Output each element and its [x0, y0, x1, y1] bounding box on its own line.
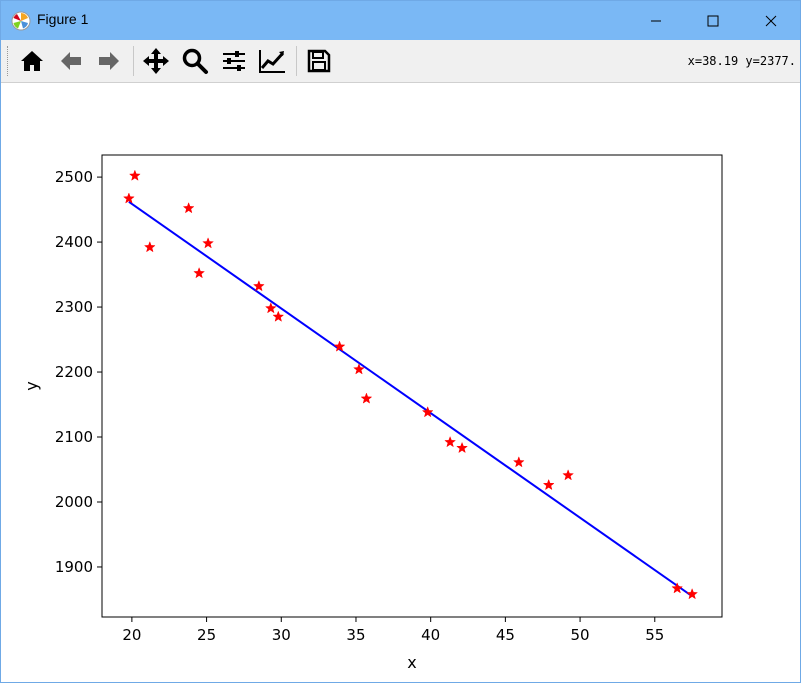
forward-button[interactable] — [93, 45, 125, 77]
edit-axis-icon — [259, 50, 285, 73]
close-button[interactable] — [743, 1, 799, 40]
chart-svg[interactable]: 20 25 30 35 40 45 50 55 1900 2000 2100 2200 2300 2400… — [1, 83, 800, 682]
edit-axis-button[interactable] — [256, 45, 288, 77]
maximize-button[interactable] — [685, 1, 741, 40]
y-tick-label: 2100 — [55, 428, 93, 446]
minimize-button[interactable] — [628, 1, 684, 40]
navigation-toolbar: x=38.19 y=2377. — [1, 40, 800, 83]
x-tick-label: 45 — [496, 626, 515, 644]
x-axis-label: x — [407, 653, 416, 672]
axes-frame — [101, 154, 723, 618]
home-icon — [21, 51, 43, 71]
save-icon — [307, 49, 331, 73]
y-tick-label: 2400 — [55, 233, 93, 251]
figure-window: Figure 1 x=38.19 y=2377. 20 25 30 35 40 … — [0, 0, 801, 683]
y-tick-label: 2300 — [55, 298, 93, 316]
toolbar-separator — [296, 46, 297, 76]
window-title: Figure 1 — [37, 11, 89, 27]
home-button[interactable] — [16, 45, 48, 77]
x-tick-label: 40 — [421, 626, 440, 644]
title-bar[interactable]: Figure 1 — [1, 1, 800, 40]
x-tick-label: 50 — [571, 626, 590, 644]
x-tick-label: 30 — [272, 626, 291, 644]
pan-button[interactable] — [140, 45, 172, 77]
y-tick-label: 1900 — [55, 558, 93, 576]
toolbar-separator — [133, 46, 134, 76]
y-tick-label: 2200 — [55, 363, 93, 381]
x-tick-label: 20 — [122, 626, 141, 644]
minimize-icon — [651, 20, 661, 21]
matplotlib-logo-icon — [11, 11, 31, 31]
zoom-icon — [182, 48, 208, 74]
configure-subplots-icon — [223, 51, 245, 71]
forward-icon — [99, 52, 119, 70]
y-axis-label: y — [22, 381, 41, 390]
figure-canvas[interactable]: 20 25 30 35 40 45 50 55 1900 2000 2100 2200 2300 2400… — [1, 83, 800, 682]
back-icon — [61, 52, 81, 70]
x-tick-label: 35 — [346, 626, 365, 644]
x-tick-label: 25 — [197, 626, 216, 644]
pan-icon — [143, 48, 169, 74]
save-button[interactable] — [303, 45, 335, 77]
cursor-coordinates: x=38.19 y=2377. — [687, 54, 796, 68]
configure-subplots-button[interactable] — [218, 45, 250, 77]
x-tick-label: 55 — [645, 626, 664, 644]
y-tick-label: 2000 — [55, 493, 93, 511]
toolbar-grip[interactable] — [7, 46, 10, 76]
maximize-icon — [707, 15, 719, 26]
close-icon — [765, 15, 777, 26]
zoom-button[interactable] — [179, 45, 211, 77]
back-button[interactable] — [55, 45, 87, 77]
y-tick-label: 2500 — [55, 168, 93, 186]
